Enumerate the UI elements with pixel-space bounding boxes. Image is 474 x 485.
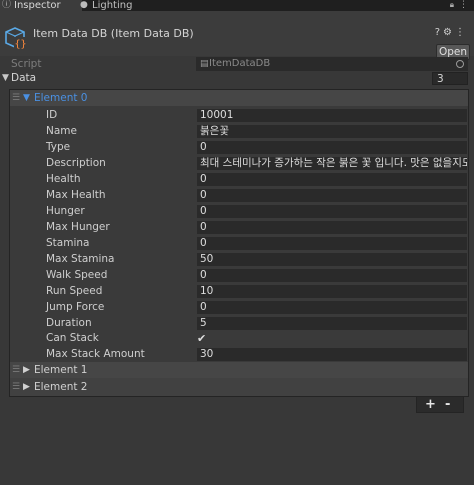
field-label: Max Hunger [46,221,110,233]
field-max-stack-amount-input[interactable]: 30 [197,348,467,361]
field-label: Run Speed [46,285,103,297]
field-max-stamina: Max Stamina 50 [10,252,468,267]
field-type-input[interactable]: 0 [197,141,467,154]
field-label: Stamina [46,237,90,249]
field-id-input[interactable]: 10001 [197,109,467,122]
lock-icon[interactable]: 🔒︎ [450,0,454,10]
can-stack-checkbox[interactable]: ✔ [197,331,206,346]
field-max-hunger-input[interactable]: 0 [197,221,467,234]
field-label: Walk Speed [46,269,108,281]
chevron-down-icon[interactable]: ▼ [2,71,9,86]
scriptable-object-icon: {} [5,27,27,50]
script-field[interactable]: ▤ ItemDataDB [196,57,468,71]
element-2-label: Element 2 [34,381,88,393]
chevron-right-icon[interactable]: ▶ [23,362,30,378]
inspector-header: {} Item Data DB (Item Data DB) ?⚙⋮ Open [0,11,474,60]
field-id: ID 10001 [10,108,468,123]
field-name-input[interactable]: 붉은꽃 [197,125,467,138]
field-name: Name 붉은꽃 [10,124,468,139]
element-0-label: Element 0 [34,92,88,104]
tab-inspector[interactable]: ⓘ Inspector [0,0,82,11]
field-max-health: Max Health 0 [10,188,468,203]
drag-handle-icon[interactable]: ☰ [12,362,20,378]
element-0-body: ID 10001 Name 붉은꽃 Type 0 Description 최대 … [10,106,468,364]
field-jump-force-input[interactable]: 0 [197,301,467,314]
field-health: Health 0 [10,172,468,187]
field-label: Max Stack Amount [46,348,145,360]
help-icon[interactable]: ? [435,27,443,38]
data-label: Data [11,72,37,84]
field-label: Max Stamina [46,253,115,265]
list-footer: + - [416,397,464,413]
field-label: Name [46,125,77,137]
field-walk-speed-input[interactable]: 0 [197,269,467,282]
svg-text:{}: {} [14,39,26,50]
header-icons: ?⚙⋮ [435,27,468,38]
field-run-speed-input[interactable]: 10 [197,285,467,298]
field-label: Duration [46,317,92,329]
field-stamina-input[interactable]: 0 [197,237,467,250]
field-hunger: Hunger 0 [10,204,468,219]
field-max-stack-amount: Max Stack Amount 30 [10,347,468,362]
field-label: Max Health [46,189,106,201]
more-icon[interactable]: ⋮ [455,27,468,38]
field-max-hunger: Max Hunger 0 [10,220,468,235]
script-file-icon: ▤ [200,59,209,69]
tab-bar: ⓘ Inspector ● Lighting 🔒︎ ⋮ [0,0,474,11]
data-size-field[interactable]: 3 [432,72,468,85]
field-hunger-input[interactable]: 0 [197,205,467,218]
field-label: Type [46,141,71,153]
asset-title: Item Data DB (Item Data DB) [33,27,194,40]
field-duration: Duration 5 [10,316,468,331]
drag-handle-icon[interactable]: ☰ [12,90,20,106]
field-stamina: Stamina 0 [10,236,468,251]
element-2-header[interactable]: ☰ ▶ Element 2 [10,379,468,395]
field-health-input[interactable]: 0 [197,173,467,186]
element-1-label: Element 1 [34,364,88,376]
field-jump-force: Jump Force 0 [10,300,468,315]
script-value: ItemDataDB [209,58,271,69]
field-run-speed: Run Speed 10 [10,284,468,299]
tab-lighting-label: Lighting [92,0,133,11]
tab-lighting[interactable]: ● Lighting [78,0,132,11]
script-label: Script [11,58,42,70]
more-icon[interactable]: ⋮ [459,0,468,10]
element-1-header[interactable]: ☰ ▶ Element 1 [10,362,468,378]
field-can-stack: Can Stack ✔ [10,331,468,346]
add-element-button[interactable]: + [425,397,436,412]
field-max-stamina-input[interactable]: 50 [197,253,467,266]
settings-icon[interactable]: ⚙ [443,27,455,38]
remove-element-button[interactable]: - [445,397,450,412]
chevron-down-icon[interactable]: ▼ [23,90,30,106]
field-description: Description 최대 스테미나가 증가하는 작은 붉은 꽃 입니다. 맛… [10,156,468,171]
tab-inspector-label: Inspector [14,0,61,11]
field-label: Description [46,157,106,169]
field-description-input[interactable]: 최대 스테미나가 증가하는 작은 붉은 꽃 입니다. 맛은 없을지도. [197,157,467,170]
element-0-header[interactable]: ☰ ▼ Element 0 [10,90,468,106]
object-picker-icon[interactable] [456,60,464,68]
bulb-icon: ● [80,0,88,10]
field-type: Type 0 [10,140,468,155]
drag-handle-icon[interactable]: ☰ [12,379,20,395]
chevron-right-icon[interactable]: ▶ [23,379,30,395]
field-label: Health [46,173,81,185]
data-list: ☰ ▼ Element 0 ID 10001 Name 붉은꽃 Type 0 D… [9,89,469,397]
field-max-health-input[interactable]: 0 [197,189,467,202]
data-foldout[interactable]: ▼ Data 3 [0,71,474,86]
field-duration-input[interactable]: 5 [197,317,467,330]
field-label: Can Stack [46,332,99,344]
field-label: ID [46,109,58,121]
field-walk-speed: Walk Speed 0 [10,268,468,283]
field-label: Jump Force [46,301,105,313]
info-icon: ⓘ [2,0,12,10]
field-label: Hunger [46,205,85,217]
script-row: Script ▤ ItemDataDB [0,57,474,71]
